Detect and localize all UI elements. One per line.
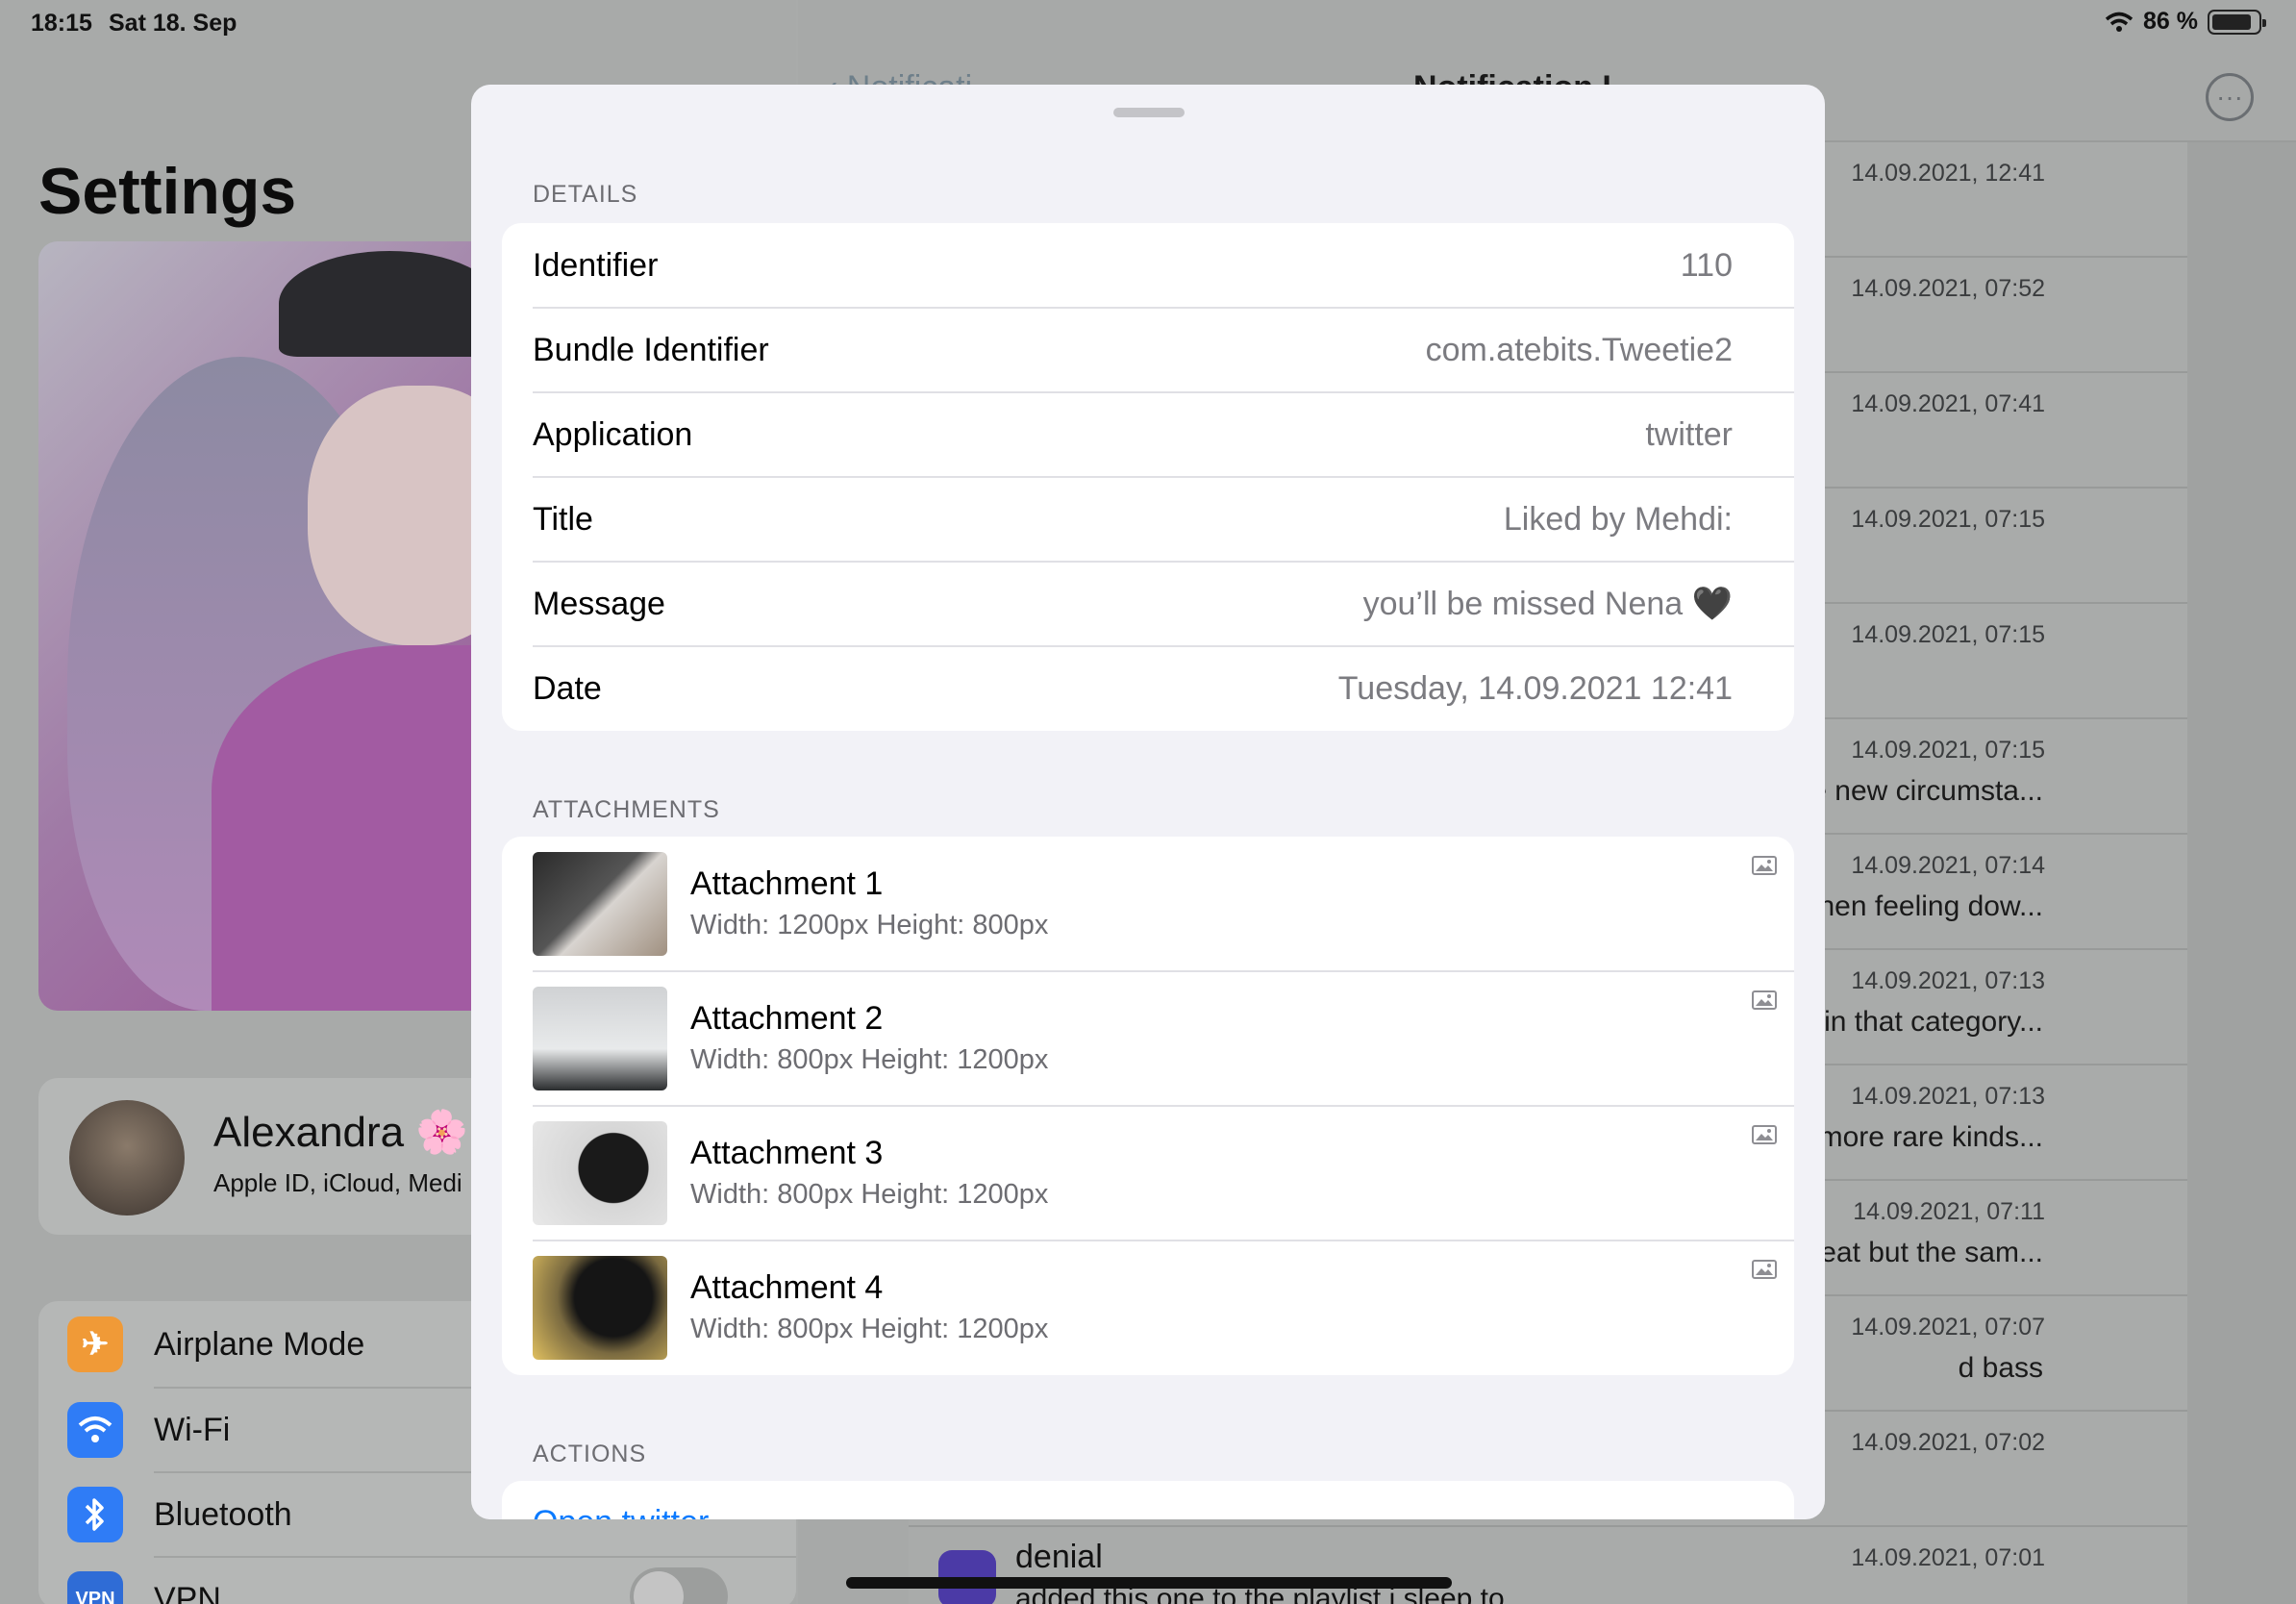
detail-row-date: Date Tuesday, 14.09.2021 12:41 (533, 669, 1733, 707)
notification-date: 14.09.2021, 07:07 (1851, 1314, 2045, 1341)
attachment-thumbnail (533, 987, 667, 1090)
profile-name: Alexandra 🌸 (213, 1109, 469, 1156)
notification-date: 14.09.2021, 07:01 (1851, 1544, 2045, 1571)
attachment-size: Width: 800px Height: 1200px (690, 1314, 1049, 1344)
detail-row-bundle-identifier: Bundle Identifier com.atebits.Tweetie2 (533, 331, 1733, 368)
wifi-icon (67, 1402, 123, 1458)
attachment-row[interactable]: Attachment 2 Width: 800px Height: 1200px (502, 971, 1794, 1106)
attachment-row[interactable]: Attachment 3 Width: 800px Height: 1200px (502, 1106, 1794, 1241)
notification-date: 14.09.2021, 07:15 (1851, 506, 2045, 533)
attachment-thumbnail (533, 1256, 667, 1360)
open-app-button[interactable]: Open twitter (533, 1504, 709, 1519)
attachment-title: Attachment 4 (690, 1269, 884, 1306)
detail-row-title: Title Liked by Mehdi: (533, 500, 1733, 538)
home-indicator[interactable] (846, 1577, 1452, 1589)
bluetooth-icon (67, 1487, 123, 1542)
settings-title: Settings (38, 155, 297, 228)
notification-detail-sheet: DETAILS Identifier 110 Bundle Identifier c… (471, 85, 1825, 1519)
detail-row-application: Application twitter (533, 415, 1733, 453)
notification-date: 14.09.2021, 07:15 (1851, 621, 2045, 648)
details-section-header: DETAILS (533, 181, 638, 208)
settings-item-label: Bluetooth (154, 1495, 292, 1533)
actions-section-header: ACTIONS (533, 1441, 647, 1467)
list-side-margin (2187, 142, 2296, 1604)
notification-date: 14.09.2021, 07:11 (1853, 1198, 2045, 1225)
attachments-section-header: ATTACHMENTS (533, 796, 720, 823)
more-options-icon[interactable]: ··· (2206, 73, 2254, 121)
detail-row-identifier: Identifier 110 (533, 246, 1733, 284)
attachment-title: Attachment 3 (690, 1135, 884, 1171)
attachment-size: Width: 800px Height: 1200px (690, 1179, 1049, 1210)
attachment-title: Attachment 2 (690, 1000, 884, 1037)
profile-subtitle: Apple ID, iCloud, Medi (213, 1168, 462, 1197)
notification-date: 14.09.2021, 07:52 (1851, 275, 2045, 302)
attachment-title: Attachment 1 (690, 865, 884, 902)
notification-text: d bass (1958, 1352, 2043, 1384)
detail-row-message: Message you’ll be missed Nena 🖤 (533, 585, 1733, 623)
notification-date: 14.09.2021, 12:41 (1851, 160, 2045, 187)
settings-item-label: VPN (154, 1580, 221, 1604)
notification-date: 14.09.2021, 07:41 (1851, 390, 2045, 417)
photo-icon (1752, 1260, 1777, 1279)
attachment-thumbnail (533, 1121, 667, 1225)
attachment-row[interactable]: Attachment 4 Width: 800px Height: 1200px (502, 1241, 1794, 1375)
attachment-row[interactable]: Attachment 1 Width: 1200px Height: 800px (502, 837, 1794, 971)
attachment-size: Width: 1200px Height: 800px (690, 910, 1049, 940)
photo-icon (1752, 1125, 1777, 1144)
settings-item-label: Wi-Fi (154, 1411, 231, 1448)
airplane-icon: ✈ (67, 1316, 123, 1372)
notification-date: 14.09.2021, 07:14 (1851, 852, 2045, 879)
notification-date: 14.09.2021, 07:02 (1851, 1429, 2045, 1456)
avatar (69, 1100, 185, 1216)
notification-date: 14.09.2021, 07:13 (1851, 1083, 2045, 1110)
photo-icon (1752, 990, 1777, 1010)
notification-date: 14.09.2021, 07:15 (1851, 737, 2045, 764)
settings-item-label: Airplane Mode (154, 1325, 365, 1363)
vpn-icon: VPN (67, 1571, 123, 1604)
sheet-grabber[interactable] (1113, 108, 1185, 117)
photo-icon (1752, 856, 1777, 875)
attachment-size: Width: 800px Height: 1200px (690, 1044, 1049, 1075)
notification-date: 14.09.2021, 07:13 (1851, 967, 2045, 994)
attachment-thumbnail (533, 852, 667, 956)
notification-app-name: denial (1015, 1539, 1103, 1575)
